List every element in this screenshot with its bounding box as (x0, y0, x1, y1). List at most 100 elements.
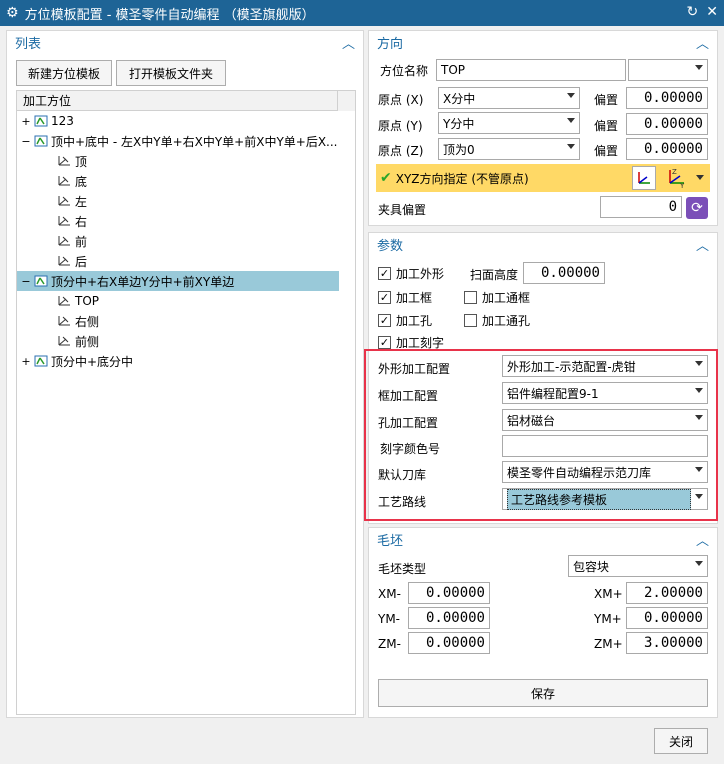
tree-child-node[interactable]: 左 (17, 191, 339, 211)
name-field[interactable]: TOP (436, 59, 626, 81)
xyz-axes-icon[interactable]: ZY (660, 166, 690, 190)
collapse-chevron-icon[interactable]: ︿ (696, 235, 709, 254)
collapse-chevron-icon[interactable]: ︿ (342, 33, 355, 52)
csys-icon (56, 335, 72, 347)
params-section-header[interactable]: 参数 ︿ (369, 233, 717, 255)
zm-minus-label: ZM- (378, 637, 401, 651)
template-tree[interactable]: 加工方位 +123 − 顶中+底中 - 左X中Y单+右X中Y单+前X中Y单+后X..… (16, 90, 356, 715)
close-icon[interactable]: ✕ (706, 4, 718, 20)
direction-header-label: 方向 (377, 36, 404, 52)
frame-config-select[interactable]: 铝件编程配置9-1 (502, 382, 708, 404)
csys-icon[interactable] (632, 166, 656, 190)
collapse-icon[interactable]: − (21, 275, 31, 288)
save-button[interactable]: 保存 (378, 679, 708, 707)
outline-checkbox-label: 加工外形 (396, 267, 445, 281)
origin-y-select[interactable]: Y分中 (438, 112, 580, 134)
title-bar: ⚙ 方位模板配置 - 模圣零件自动编程 （模圣旗舰版） ↻ ✕ (0, 0, 724, 26)
ym-plus-input[interactable]: 0.00000 (626, 607, 708, 629)
through-frame-checkbox[interactable]: 加工通框 (464, 289, 530, 306)
csys-icon (56, 255, 72, 267)
hole-config-select[interactable]: 铝材磁台 (502, 409, 708, 431)
tree-node-label: 左 (75, 194, 88, 209)
xm-minus-label: XM- (378, 587, 401, 601)
xyz-label: XYZ方向指定 (不管原点) (395, 171, 529, 186)
tree-child-node[interactable]: 右侧 (17, 311, 339, 331)
open-folder-button[interactable]: 打开模板文件夹 (116, 60, 226, 86)
reset-icon[interactable]: ↻ (687, 4, 699, 20)
frame-config-label: 框加工配置 (378, 389, 439, 403)
csys-icon (56, 235, 72, 247)
hole-checkbox[interactable]: ✓ 加工孔 (378, 312, 432, 329)
refresh-icon[interactable]: ⟳ (686, 197, 708, 219)
new-template-button[interactable]: 新建方位模板 (16, 60, 112, 86)
gear-icon: ⚙ (6, 5, 19, 21)
csys-icon (56, 215, 72, 227)
outline-checkbox[interactable]: ✓ 加工外形 (378, 265, 444, 282)
zm-minus-input[interactable]: 0.00000 (408, 632, 490, 654)
tree-child-node[interactable]: 前 (17, 231, 339, 251)
offset-z-input[interactable]: 0.00000 (626, 138, 708, 160)
origin-x-select[interactable]: X分中 (438, 87, 580, 109)
scrollbar[interactable] (337, 91, 355, 111)
tree-child-node[interactable]: 后 (17, 251, 339, 271)
tree-node[interactable]: + 顶分中+底分中 (17, 351, 339, 371)
zm-plus-label: ZM+ (594, 637, 623, 651)
window-title: 方位模板配置 - 模圣零件自动编程 （模圣旗舰版） (24, 7, 315, 23)
tool-library-select[interactable]: 模圣零件自动编程示范刀库 (502, 461, 708, 483)
fixture-offset-label: 夹具偏置 (378, 203, 427, 217)
tree-child-node[interactable]: 顶 (17, 151, 339, 171)
tree-node[interactable]: − 顶分中+右X单边Y分中+前XY单边 (17, 271, 339, 291)
fixture-offset-input[interactable]: 0 (600, 196, 682, 218)
close-button[interactable]: 关闭 (654, 728, 708, 754)
tree-header-label: 加工方位 (23, 94, 72, 108)
tree-child-node[interactable]: 右 (17, 211, 339, 231)
xm-minus-input[interactable]: 0.00000 (408, 582, 490, 604)
blank-type-select[interactable]: 包容块 (568, 555, 708, 577)
collapse-chevron-icon[interactable]: ︿ (696, 530, 709, 549)
outline-config-select[interactable]: 外形加工-示范配置-虎钳 (502, 355, 708, 377)
origin-x-value: X分中 (443, 91, 476, 106)
tree-child-node[interactable]: 前侧 (17, 331, 339, 351)
frame-checkbox[interactable]: ✓ 加工框 (378, 289, 432, 306)
origin-z-select[interactable]: 顶为0 (438, 138, 580, 160)
tree-node-label: 顶 (75, 154, 88, 169)
blank-section-header[interactable]: 毛坯 ︿ (369, 528, 717, 550)
ym-plus-label: YM+ (594, 612, 622, 626)
origin-z-label: 原点 (Z) (378, 144, 424, 158)
csys-icon (56, 195, 72, 207)
frame-checkbox-label: 加工框 (396, 291, 433, 305)
offset-z-label: 偏置 (594, 144, 619, 158)
collapse-chevron-icon[interactable]: ︿ (696, 33, 709, 52)
through-frame-checkbox-label: 加工通框 (482, 291, 531, 305)
direction-section-header[interactable]: 方向 ︿ (369, 31, 717, 53)
tree-child-node[interactable]: TOP (17, 291, 339, 311)
offset-y-label: 偏置 (594, 119, 619, 133)
tree-node[interactable]: − 顶中+底中 - 左X中Y单+右X中Y单+前X中Y单+后X... (17, 131, 339, 151)
expand-icon[interactable]: + (21, 115, 31, 128)
xm-plus-input[interactable]: 2.00000 (626, 582, 708, 604)
csys-icon (56, 155, 72, 167)
tree-node[interactable]: +123 (17, 111, 339, 131)
name-dropdown[interactable] (628, 59, 708, 81)
dropdown-arrow-icon[interactable] (696, 175, 704, 180)
checkbox-unchecked-icon (464, 314, 477, 327)
zm-plus-input[interactable]: 3.00000 (626, 632, 708, 654)
scan-height-label: 扫面高度 (470, 268, 519, 282)
engrave-color-input[interactable] (502, 435, 708, 457)
tree-node-label: 前 (75, 234, 88, 249)
hole-config-label: 孔加工配置 (378, 416, 439, 430)
ym-minus-input[interactable]: 0.00000 (408, 607, 490, 629)
expand-icon[interactable]: + (21, 355, 31, 368)
through-hole-checkbox[interactable]: 加工通孔 (464, 312, 530, 329)
tree-child-node[interactable]: 底 (17, 171, 339, 191)
csys-icon (56, 315, 72, 327)
collapse-icon[interactable]: − (21, 135, 31, 148)
scan-height-input[interactable]: 0.00000 (523, 262, 605, 284)
process-route-select[interactable]: 工艺路线参考模板 (502, 488, 708, 510)
xyz-direction-row[interactable]: ✔ XYZ方向指定 (不管原点) ZY (376, 164, 710, 192)
offset-x-input[interactable]: 0.00000 (626, 87, 708, 109)
tree-node-label: TOP (75, 294, 100, 308)
list-section-header[interactable]: 列表 ︿ (7, 31, 363, 53)
offset-y-input[interactable]: 0.00000 (626, 113, 708, 135)
svg-text:Z: Z (672, 168, 677, 176)
